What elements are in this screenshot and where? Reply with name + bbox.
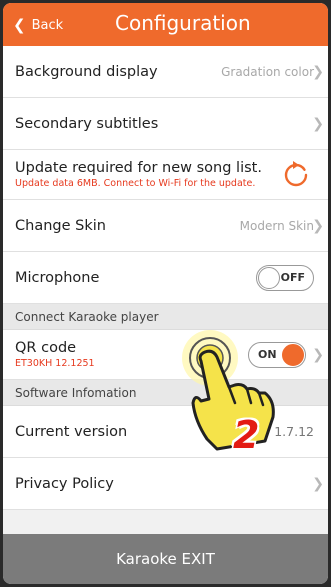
row-value: Modern Skin <box>239 218 314 233</box>
karaoke-exit-button[interactable]: Karaoke EXIT <box>3 534 328 584</box>
microphone-toggle[interactable]: OFF <box>256 264 314 291</box>
chevron-right-icon: ❯ <box>312 217 324 234</box>
row-label: Secondary subtitles <box>15 115 159 132</box>
chevron-right-icon: ❯ <box>312 475 324 492</box>
top-bar: ❮ Back Configuration <box>3 3 328 46</box>
pointing-hand-icon <box>182 330 275 451</box>
row-secondary-subtitles[interactable]: Secondary subtitles ❯ <box>3 98 328 150</box>
row-change-skin[interactable]: Change Skin Modern Skin ❯ <box>3 200 328 252</box>
row-value: Gradation color <box>221 64 314 79</box>
row-update[interactable]: Update required for new song list. Updat… <box>3 150 328 200</box>
back-label: Back <box>31 17 64 33</box>
chevron-left-icon: ❮ <box>13 16 26 34</box>
toggle-text: OFF <box>280 270 305 284</box>
row-label: Background display <box>15 63 158 80</box>
row-label: Microphone <box>15 269 100 286</box>
row-sublabel: Update data 6MB. Connect to Wi-Fi for th… <box>15 178 256 189</box>
row-label: Change Skin <box>15 217 106 234</box>
step-number: 2 <box>233 413 260 457</box>
chevron-right-icon: ❯ <box>312 346 324 363</box>
page-title: Configuration <box>115 11 251 35</box>
settings-screen: ❮ Back Configuration Background display … <box>3 3 328 584</box>
refresh-icon[interactable] <box>282 160 310 189</box>
row-microphone: Microphone OFF <box>3 252 328 304</box>
row-sublabel: ET30KH 12.1251 <box>15 358 95 369</box>
row-label: Privacy Policy <box>15 475 114 492</box>
row-label: Update required for new song list. <box>15 160 262 176</box>
row-label: Current version <box>15 423 128 440</box>
row-label: QR code <box>15 340 77 356</box>
row-background-display[interactable]: Background display Gradation color ❯ <box>3 46 328 98</box>
back-button[interactable]: ❮ Back <box>13 15 63 35</box>
chevron-right-icon: ❯ <box>312 63 324 80</box>
chevron-right-icon: ❯ <box>312 115 324 132</box>
toggle-knob <box>258 266 280 289</box>
